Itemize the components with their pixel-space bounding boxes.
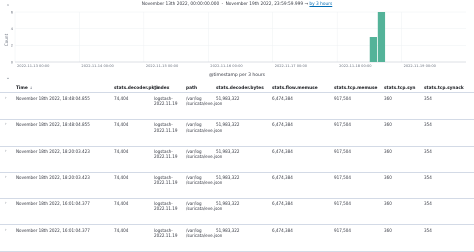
column-header-stats-decoder-pkts[interactable]: stats.decoder.pkts (114, 86, 159, 91)
cell-synack: 354 (424, 148, 432, 154)
chevron-right-icon[interactable]: › (5, 227, 9, 232)
x-tick-label: 2022-11-15 00:00 (146, 64, 179, 68)
column-header-stats-decoder-bytes[interactable]: stats.decoder.bytes (216, 86, 264, 91)
cell-syn: 360 (384, 174, 392, 180)
table-row[interactable]: › November 18th 2022, 18:20:03.423 74,404 l… (0, 172, 474, 200)
table-row[interactable]: › November 18th 2022, 18:48:04.855 74,404 l… (0, 119, 474, 147)
cell-bytes: 51,983,322 (216, 96, 240, 101)
table-row[interactable]: › November 18th 2022, 16:01:04.377 74,404 l… (0, 198, 474, 226)
y-tick-label: 0 (11, 60, 14, 64)
cell-index: logstash- 2022.11.19 (154, 227, 178, 238)
y-axis-label: Count (4, 33, 9, 46)
time-range-separator: - (221, 2, 224, 7)
cell-pkts: 74,404 (114, 148, 129, 154)
cell-synack: 354 (424, 227, 432, 233)
cell-flow-mem: 6,474,384 (272, 174, 293, 180)
cell-flow-mem: 6,474,384 (272, 201, 293, 207)
interval-link[interactable]: by 3 hours (309, 2, 332, 7)
x-tick-label: 2022-11-17 00:00 (275, 64, 308, 68)
column-header-stats-flow-memuse[interactable]: stats.flow.memuse (272, 86, 318, 91)
x-axis-label: @timestamp per 3 hours (209, 72, 266, 78)
column-header-stats-tcp-syn[interactable]: stats.tcp.syn (384, 86, 415, 91)
cell-tcp-mem: 917,504 (334, 227, 351, 233)
histogram-bar-0[interactable] (369, 37, 378, 62)
x-tick-label: 2022-11-14 00:00 (81, 64, 114, 68)
histogram-bar-1[interactable] (377, 12, 386, 62)
x-tick-label: 2022-11-16 00:00 (210, 64, 243, 68)
cell-time: November 18th 2022, 18:20:03.423 (16, 174, 90, 180)
cell-time: November 18th 2022, 18:48:04.855 (16, 96, 90, 101)
cell-index: logstash- 2022.11.19 (154, 174, 178, 186)
cell-bytes: 51,983,322 (216, 148, 240, 154)
y-tick-label: 6 (11, 10, 14, 14)
table-row[interactable]: › November 18th 2022, 16:01:04.377 74,404 l… (0, 225, 474, 252)
cell-syn: 360 (384, 201, 392, 207)
column-header-time[interactable]: Time ↓ (16, 86, 33, 91)
cell-pkts: 74,404 (114, 201, 129, 207)
cell-tcp-mem: 917,504 (334, 122, 351, 128)
cell-tcp-mem: 917,504 (334, 96, 351, 101)
table-row[interactable]: › November 18th 2022, 18:48:04.855 74,404 l… (0, 93, 474, 121)
x-tick-label: 2022-11-18 00:00 (339, 64, 372, 68)
column-header-stats-tcp-memuse[interactable]: stats.tcp.memuse (334, 86, 377, 91)
cell-tcp-mem: 917,504 (334, 148, 351, 154)
cell-index: logstash- 2022.11.19 (154, 148, 178, 159)
cell-synack: 354 (424, 201, 432, 207)
cell-pkts: 74,404 (114, 122, 129, 128)
cell-time: November 18th 2022, 16:01:04.377 (16, 227, 90, 233)
table-row[interactable]: › November 18th 2022, 18:20:03.423 74,404 l… (0, 146, 474, 173)
cell-syn: 360 (384, 148, 392, 154)
cell-time: November 18th 2022, 18:20:03.423 (16, 148, 90, 154)
cell-time: November 18th 2022, 16:01:04.377 (16, 201, 90, 207)
cell-synack: 354 (424, 122, 432, 128)
cell-bytes: 51,983,322 (216, 122, 240, 128)
x-tick-label: 2022-11-13 00:00 (17, 64, 50, 68)
cell-flow-mem: 6,474,384 (272, 148, 293, 154)
cell-index: logstash- 2022.11.19 (154, 201, 178, 212)
table-header: Time ↓ stats.decoder.pkts _index path stats.d… (0, 84, 474, 93)
cell-index: logstash- 2022.11.19 (154, 96, 178, 107)
time-range-end: November 19th 2022, 23:59:59.999 (225, 2, 304, 7)
cell-synack: 354 (424, 174, 432, 180)
y-tick-label: 4 (11, 27, 14, 31)
cell-bytes: 51,983,322 (216, 201, 240, 207)
cell-bytes: 51,983,322 (216, 174, 240, 180)
chevron-down-icon[interactable]: ⌄ (5, 75, 11, 81)
cell-time: November 18th 2022, 18:48:04.855 (16, 122, 90, 128)
cell-syn: 360 (384, 96, 392, 101)
time-range-start: November 13th 2022, 00:00:00.000 (141, 2, 220, 7)
chevron-right-icon[interactable]: › (5, 174, 9, 179)
cell-flow-mem: 6,474,384 (272, 122, 293, 128)
chevron-right-icon[interactable]: › (5, 201, 9, 205)
cell-tcp-mem: 917,504 (334, 174, 351, 180)
chevron-right-icon[interactable]: › (5, 148, 9, 153)
sort-desc-icon[interactable]: ↓ (30, 86, 33, 90)
x-tick-label: 2022-11-19 00:00 (404, 64, 437, 68)
chevron-right-icon[interactable]: › (5, 122, 9, 126)
cell-flow-mem: 6,474,384 (272, 96, 293, 101)
cell-syn: 360 (384, 227, 392, 233)
column-header-stats-tcp-synack[interactable]: stats.tcp.synack (424, 86, 464, 91)
column-header-path[interactable]: path (186, 86, 197, 91)
cell-pkts: 74,404 (114, 96, 129, 101)
cell-pkts: 74,404 (114, 227, 129, 233)
cell-bytes: 51,983,322 (216, 227, 240, 233)
y-tick-label: 2 (11, 44, 13, 48)
cell-pkts: 74,404 (114, 174, 129, 180)
cell-syn: 360 (384, 122, 392, 128)
histogram-chart: 0 2 4 6 2022-11-13 00:00 2022-11-14 00:00 202… (4, 10, 466, 78)
arrow-icon: → (304, 2, 309, 7)
chevron-right-icon[interactable]: › (5, 96, 9, 100)
column-header-index[interactable]: _index (154, 86, 169, 91)
cell-tcp-mem: 917,504 (334, 201, 351, 207)
cell-index: logstash- 2022.11.19 (154, 122, 178, 133)
cell-flow-mem: 6,474,384 (272, 227, 293, 233)
cell-synack: 354 (424, 96, 432, 101)
